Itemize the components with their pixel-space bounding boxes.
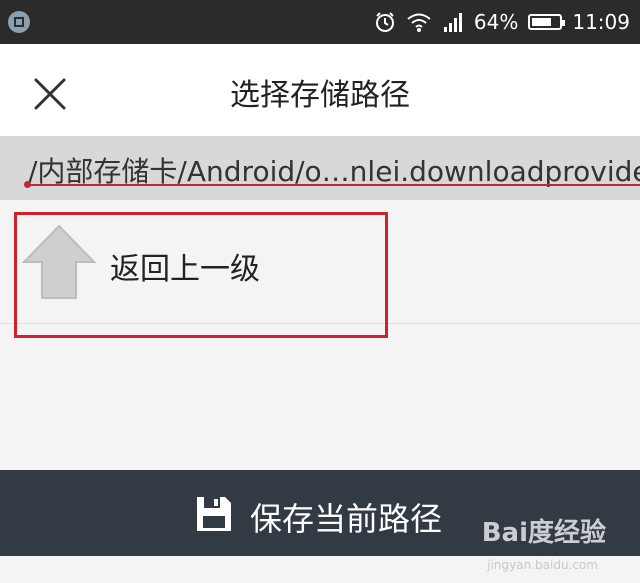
status-indicators: 64% 11:09 — [374, 0, 630, 44]
floppy-disk-icon — [197, 497, 231, 531]
path-underline — [28, 184, 640, 186]
clock-time: 11:09 — [572, 10, 630, 34]
path-marker-dot — [24, 181, 31, 188]
folder-list: 返回上一级 — [0, 200, 640, 470]
signal-icon — [443, 13, 462, 32]
battery-percent: 64% — [473, 10, 519, 34]
wifi-icon — [407, 13, 431, 32]
save-button-label: 保存当前路径 — [250, 500, 443, 538]
annotation-highlight-box — [14, 212, 388, 338]
status-bar: 64% 11:09 — [0, 0, 640, 44]
page-title: 选择存储路径 — [230, 78, 410, 113]
alarm-icon — [375, 12, 394, 32]
path-bar: /内部存储卡/Android/o…nlei.downloadprovider/ — [0, 136, 640, 200]
battery-icon — [528, 14, 566, 30]
app-notification-icon — [8, 11, 30, 33]
baidu-watermark-logo: Bai度经验 — [481, 518, 606, 548]
app-header: 选择存储路径 — [0, 44, 640, 136]
watermark-url: jingyan.baidu.com — [487, 558, 598, 572]
